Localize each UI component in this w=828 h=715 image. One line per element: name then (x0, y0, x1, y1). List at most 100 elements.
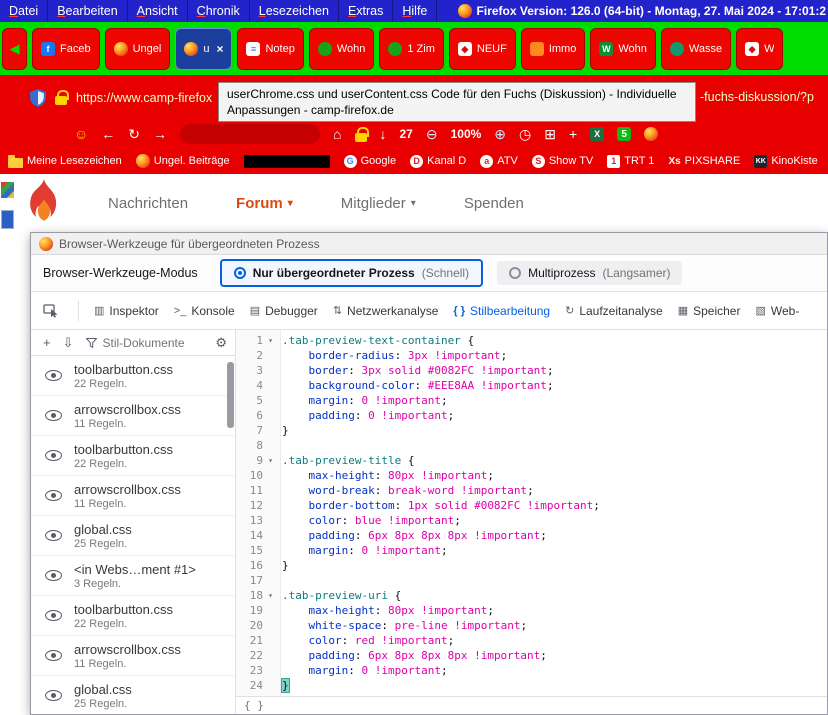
code-line[interactable]: 20 white-space: pre-line !important; (236, 618, 827, 633)
pick-element-button[interactable] (39, 304, 63, 318)
bookmark-atv[interactable]: a ATV (480, 155, 518, 168)
tab-ungelesene[interactable]: Ungel (105, 28, 171, 70)
bookmark-kanal-d[interactable]: D Kanal D (410, 155, 466, 168)
visibility-eye-icon[interactable] (45, 370, 62, 381)
visibility-eye-icon[interactable] (45, 650, 62, 661)
import-stylesheet-button[interactable]: ⇩ (63, 335, 74, 351)
bookmark-pixshare[interactable]: Xs PIXSHARE (668, 155, 740, 168)
tab-notepad[interactable]: ≡ Notep (237, 28, 303, 70)
excel-icon[interactable]: X (590, 127, 604, 141)
menu-ansicht[interactable]: Ansicht (128, 0, 188, 22)
code-lines[interactable]: 1▾.tab-preview-text-container {2 border-… (236, 333, 827, 693)
stylesheet-item-selected[interactable]: <in Webs…ment #1> 3 Regeln. (31, 556, 235, 596)
code-line[interactable]: 21 color: red !important; (236, 633, 827, 648)
code-line[interactable]: 12 border-bottom: 1px solid #0082FC !imp… (236, 498, 827, 513)
visibility-eye-icon[interactable] (45, 410, 62, 421)
mode-option-multiprocess[interactable]: Multiprozess (Langsamer) (497, 261, 682, 285)
tab-immowelt[interactable]: Immo (521, 28, 586, 70)
code-line[interactable]: 3 border: 3px solid #0082FC !important; (236, 363, 827, 378)
code-line[interactable]: 10 max-height: 80px !important; (236, 468, 827, 483)
tab-stilbearbeitung[interactable]: { } Stilbearbeitung (453, 304, 550, 318)
tab-inspektor[interactable]: ▥ Inspektor (94, 304, 159, 318)
forward-icon[interactable]: → (153, 127, 167, 141)
grid-icon[interactable]: ⊞ (544, 127, 556, 141)
tab-neuf[interactable]: ◆ NEUF (449, 28, 516, 70)
code-line[interactable]: 24} (236, 678, 827, 693)
menu-bearbeiten[interactable]: Bearbeiten (48, 0, 127, 22)
code-line[interactable]: 18▾.tab-preview-uri { (236, 588, 827, 603)
code-line[interactable]: 13 color: blue !important; (236, 513, 827, 528)
gear-icon[interactable]: ⚙ (215, 335, 227, 351)
bookmark-meine-lesezeichen[interactable]: Meine Lesezeichen (8, 155, 122, 168)
code-line[interactable]: 15 margin: 0 !important; (236, 543, 827, 558)
menu-chronik[interactable]: Chronik (188, 0, 250, 22)
stylesheet-item[interactable]: arrowscrollbox.css 11 Regeln. (31, 396, 235, 436)
smiley-icon[interactable]: ☺ (74, 127, 88, 141)
tab-active-camp-firefox[interactable]: u × (175, 28, 232, 70)
code-line[interactable]: 2 border-radius: 3px !important; (236, 348, 827, 363)
devtools-titlebar[interactable]: Browser-Werkzeuge für übergeordneten Pro… (31, 233, 827, 255)
sidebar-scrollbar[interactable] (227, 362, 234, 428)
zoom-out-icon[interactable]: ⊖ (426, 127, 438, 141)
nav-mitglieder[interactable]: Mitglieder ▾ (341, 195, 416, 212)
code-line[interactable]: 23 margin: 0 !important; (236, 663, 827, 678)
menu-lesezeichen[interactable]: Lesezeichen (250, 0, 339, 22)
tab-netzwerkanalyse[interactable]: ⇅ Netzwerkanalyse (333, 304, 439, 318)
badge-count[interactable]: 5 (617, 127, 631, 141)
nav-nachrichten[interactable]: Nachrichten (108, 195, 188, 212)
close-tab-icon[interactable]: × (216, 42, 223, 56)
code-line[interactable]: 5 margin: 0 !important; (236, 393, 827, 408)
code-line[interactable]: 11 word-break: break-word !important; (236, 483, 827, 498)
stylesheet-item[interactable]: toolbarbutton.css 22 Regeln. (31, 596, 235, 636)
visibility-eye-icon[interactable] (45, 530, 62, 541)
visibility-eye-icon[interactable] (45, 490, 62, 501)
visibility-eye-icon[interactable] (45, 690, 62, 701)
stylesheet-item[interactable]: arrowscrollbox.css 11 Regeln. (31, 636, 235, 676)
filter-stylesheets-input[interactable]: Stil-Dokumente (86, 336, 204, 350)
bookmark-show-tv[interactable]: S Show TV (532, 155, 593, 168)
bookmark-ungelesene-beitraege[interactable]: Ungel. Beiträge (136, 154, 230, 168)
clock-icon[interactable]: ◷ (519, 127, 531, 141)
code-line[interactable]: 17 (236, 573, 827, 588)
visibility-eye-icon[interactable] (45, 450, 62, 461)
lock-icon[interactable] (355, 133, 367, 142)
tab-speicher[interactable]: ▦ Speicher (678, 304, 741, 318)
tab-web[interactable]: ▧ Web- (755, 304, 799, 318)
add-icon[interactable]: + (569, 127, 577, 141)
fold-arrow-icon[interactable]: ▾ (263, 336, 278, 345)
code-line[interactable]: 14 padding: 6px 8px 8px 8px !important; (236, 528, 827, 543)
stylesheet-item[interactable]: toolbarbutton.css 22 Regeln. (31, 436, 235, 476)
bookmark-trt1[interactable]: 1 TRT 1 (607, 155, 654, 168)
stylesheet-item[interactable]: arrowscrollbox.css 11 Regeln. (31, 476, 235, 516)
new-stylesheet-button[interactable]: + (43, 335, 51, 350)
tab-zimmer[interactable]: 1 Zim (379, 28, 444, 70)
bookmark-google[interactable]: G Google (344, 155, 396, 168)
scroll-tabs-left-button[interactable]: ◀ (2, 28, 27, 70)
visibility-eye-icon[interactable] (45, 570, 62, 581)
code-line[interactable]: 9▾.tab-preview-title { (236, 453, 827, 468)
bookmark-redacted[interactable] (244, 155, 330, 168)
tab-konsole[interactable]: >_ Konsole (174, 304, 235, 318)
code-line[interactable]: 22 padding: 6px 8px 8px 8px !important; (236, 648, 827, 663)
zoom-level[interactable]: 100% (451, 127, 482, 141)
tab-laufzeitanalyse[interactable]: ↻ Laufzeitanalyse (565, 304, 663, 318)
reload-icon[interactable]: ↻ (128, 127, 140, 141)
firefox-icon[interactable] (644, 127, 658, 141)
nav-spenden[interactable]: Spenden (464, 195, 524, 212)
fold-arrow-icon[interactable]: ▾ (263, 591, 278, 600)
css-source-editor[interactable]: 1▾.tab-preview-text-container {2 border-… (236, 330, 827, 714)
camp-firefox-logo[interactable] (26, 179, 62, 227)
code-line[interactable]: 8 (236, 438, 827, 453)
fold-arrow-icon[interactable]: ▾ (263, 456, 278, 465)
bookmark-kinokiste[interactable]: KK KinoKiste (754, 155, 817, 168)
menu-datei[interactable]: Datei (0, 0, 48, 22)
tab-wohnung-2[interactable]: W Wohn (590, 28, 656, 70)
desktop-icon[interactable] (1, 182, 14, 198)
tab-wohnung-1[interactable]: Wohn (309, 28, 375, 70)
tab-partial[interactable]: ◆ W (736, 28, 783, 70)
code-line[interactable]: 4 background-color: #EEE8AA !important; (236, 378, 827, 393)
stylesheet-item[interactable]: global.css 25 Regeln. (31, 676, 235, 714)
menu-extras[interactable]: Extras (339, 0, 393, 22)
code-line[interactable]: 19 max-height: 80px !important; (236, 603, 827, 618)
visibility-eye-icon[interactable] (45, 610, 62, 621)
